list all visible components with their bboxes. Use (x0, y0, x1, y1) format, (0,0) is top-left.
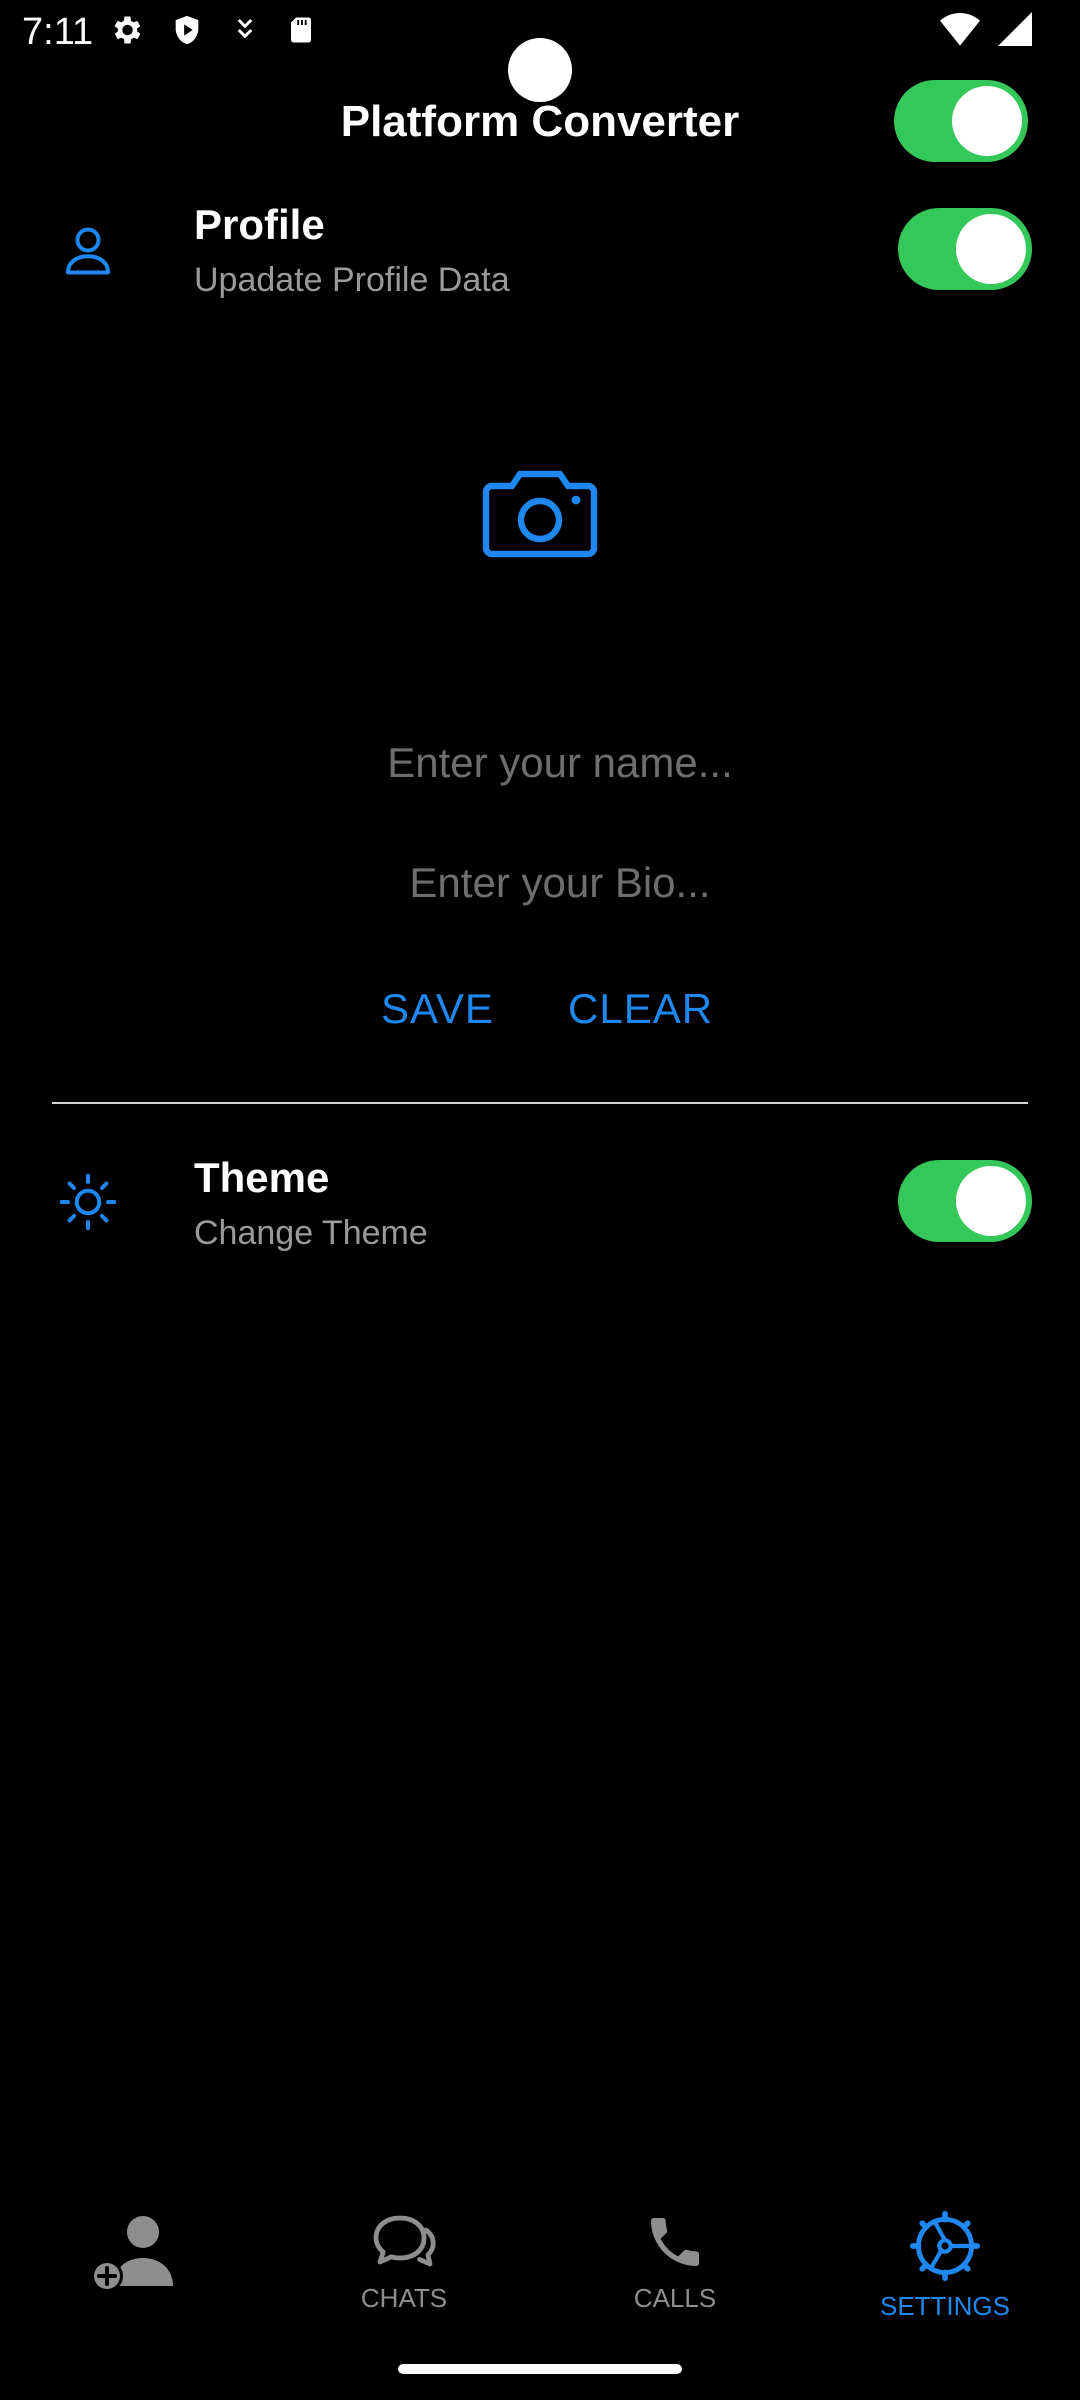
nav-item-settings[interactable]: SETTINGS (845, 2210, 1045, 2322)
camera-icon[interactable] (480, 462, 600, 562)
toggle-knob (956, 1166, 1026, 1236)
download-icon (237, 18, 253, 39)
chat-icon (373, 2215, 436, 2267)
settings-icon (114, 16, 141, 44)
clear-button[interactable]: CLEAR (568, 982, 713, 1036)
settings-gear-icon (909, 2210, 981, 2282)
person-icon (66, 227, 110, 275)
profile-toggle[interactable] (898, 208, 1032, 290)
nav-label: SETTINGS (879, 2291, 1010, 2321)
status-icons-right (940, 12, 1032, 46)
nav-label: CALLS (633, 2283, 717, 2313)
name-input[interactable]: Enter your name... (0, 736, 1080, 790)
signal-icon (998, 12, 1032, 46)
shield-icon (175, 15, 199, 45)
bio-input[interactable]: Enter your Bio... (0, 856, 1080, 910)
theme-toggle[interactable] (898, 1160, 1032, 1242)
save-button[interactable]: SAVE (381, 982, 494, 1036)
wifi-icon (940, 13, 980, 46)
status-icons-left (108, 12, 316, 48)
nav-label: CHATS (360, 2283, 448, 2313)
toggle-knob (956, 214, 1026, 284)
home-indicator[interactable] (398, 2364, 682, 2374)
add-contact-icon (91, 2216, 173, 2292)
section-divider (52, 1102, 1028, 1104)
profile-title: Profile (194, 201, 325, 248)
sun-icon (59, 1173, 117, 1231)
sd-card-icon (291, 17, 311, 43)
header-toggle[interactable] (894, 80, 1028, 162)
nav-item-add-contact[interactable] (35, 2210, 235, 2304)
status-time: 7:11 (22, 11, 94, 53)
nav-item-chats[interactable]: CHATS (304, 2210, 504, 2314)
phone-icon (651, 2218, 699, 2266)
nav-item-calls[interactable]: CALLS (575, 2210, 775, 2314)
toggle-knob (952, 86, 1022, 156)
theme-title: Theme (194, 1154, 330, 1201)
profile-subtitle: Upadate Profile Data (194, 261, 510, 299)
theme-subtitle: Change Theme (194, 1214, 428, 1252)
